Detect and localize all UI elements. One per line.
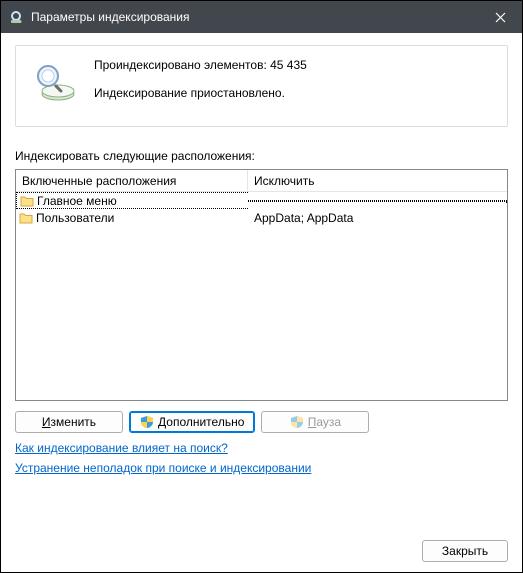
folder-icon xyxy=(20,195,34,207)
column-included[interactable]: Включенные расположения xyxy=(16,170,248,191)
app-icon xyxy=(9,9,25,25)
info-text: Проиндексировано элементов: 45 435 Индек… xyxy=(94,58,307,114)
folder-icon xyxy=(19,212,33,224)
button-row: Изменить Дополнительно Пауза xyxy=(15,411,508,433)
indexing-icon xyxy=(30,58,78,106)
link-troubleshoot[interactable]: Устранение неполадок при поиске и индекс… xyxy=(15,461,311,475)
window-title: Параметры индексирования xyxy=(31,10,478,24)
indexed-count: Проиндексировано элементов: 45 435 xyxy=(94,58,307,72)
client-area: Проиндексировано элементов: 45 435 Индек… xyxy=(1,33,522,572)
shield-icon xyxy=(140,415,154,429)
list-item[interactable]: Пользователи AppData; AppData xyxy=(16,209,507,226)
close-icon xyxy=(495,12,506,23)
locations-list[interactable]: Включенные расположения Исключить Главно… xyxy=(15,169,508,401)
item-name: Главное меню xyxy=(37,194,117,208)
column-excluded[interactable]: Исключить xyxy=(248,174,507,188)
close-button[interactable] xyxy=(478,1,522,33)
close-window-button[interactable]: Закрыть xyxy=(422,540,508,562)
indexing-status: Индексирование приостановлено. xyxy=(94,86,307,100)
window-frame: Параметры индексирования Проиндексирован… xyxy=(0,0,523,573)
shield-icon xyxy=(290,415,304,429)
item-exclude xyxy=(248,200,507,202)
list-header: Включенные расположения Исключить xyxy=(16,170,507,192)
list-item[interactable]: Главное меню xyxy=(16,192,507,209)
title-bar[interactable]: Параметры индексирования xyxy=(1,1,522,33)
section-label: Индексировать следующие расположения: xyxy=(15,149,508,163)
pause-button: Пауза xyxy=(261,411,369,433)
modify-button[interactable]: Изменить xyxy=(15,411,123,433)
info-panel: Проиндексировано элементов: 45 435 Индек… xyxy=(15,45,508,127)
item-exclude: AppData; AppData xyxy=(248,211,507,225)
footer: Закрыть xyxy=(15,532,508,562)
link-how-affects-search[interactable]: Как индексирование влияет на поиск? xyxy=(15,441,228,455)
help-links: Как индексирование влияет на поиск? Устр… xyxy=(15,441,508,481)
advanced-button[interactable]: Дополнительно xyxy=(129,411,255,433)
item-name: Пользователи xyxy=(36,211,114,225)
